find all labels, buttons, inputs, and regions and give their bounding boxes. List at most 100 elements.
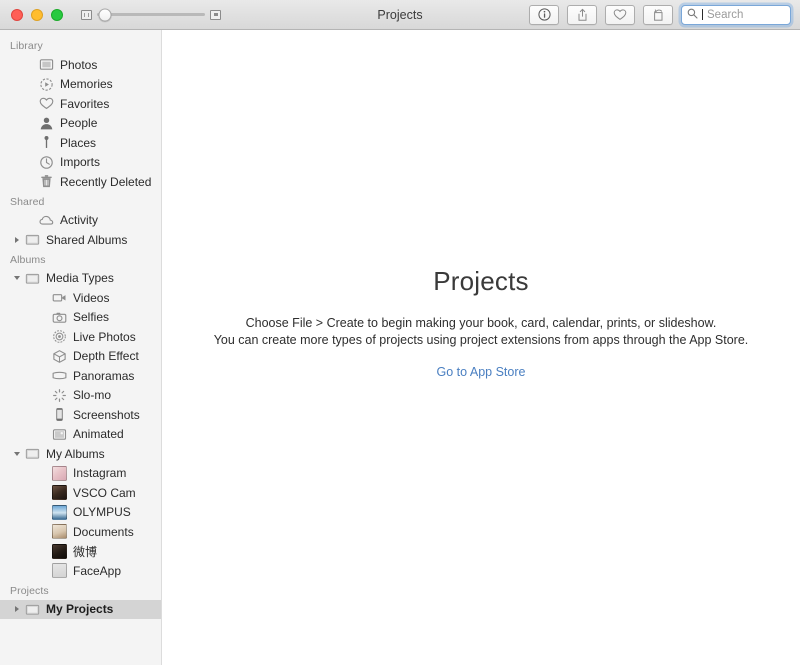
sidebar-item-icon	[23, 602, 41, 617]
sidebar-item-panoramas[interactable]: Panoramas	[0, 366, 161, 386]
sidebar-item-icon	[23, 446, 41, 461]
panorama-icon	[52, 368, 67, 383]
chevron-down-icon[interactable]	[10, 276, 23, 280]
sidebar-item-depth-effect[interactable]: Depth Effect	[0, 347, 161, 367]
sidebar-item-label: My Albums	[41, 447, 105, 461]
search-icon	[687, 6, 698, 24]
sidebar-item-label: Shared Albums	[41, 233, 127, 247]
chevron-right-icon[interactable]	[10, 606, 23, 612]
favorite-button[interactable]	[605, 5, 635, 25]
chevron-right-icon[interactable]	[10, 237, 23, 243]
animated-icon	[52, 427, 67, 442]
sidebar-item-activity[interactable]: Activity	[0, 211, 161, 231]
search-input[interactable]: Search	[707, 9, 743, 21]
clock-icon	[39, 155, 54, 170]
sidebar-item-label: Recently Deleted	[55, 175, 151, 189]
sidebar-item-label: VSCO Cam	[68, 486, 136, 500]
empty-state-line-2: You can create more types of projects us…	[182, 332, 780, 349]
zoom-slider-knob[interactable]	[99, 8, 112, 21]
sidebar-item-shared-albums[interactable]: Shared Albums	[0, 230, 161, 250]
sidebar-item-icon	[37, 116, 55, 131]
sidebar-item-label: Selfies	[68, 310, 109, 324]
info-button[interactable]	[529, 5, 559, 25]
sidebar-item-recently-deleted[interactable]: Recently Deleted	[0, 172, 161, 192]
sidebar-item-videos[interactable]: Videos	[0, 288, 161, 308]
folder-icon	[25, 271, 40, 286]
sidebar: LibraryPhotosMemoriesFavoritesPeoplePlac…	[0, 30, 162, 665]
sidebar-item-icon	[37, 213, 55, 228]
close-button[interactable]	[11, 9, 23, 21]
live-photo-icon	[52, 329, 67, 344]
sidebar-item-label: Panoramas	[68, 369, 134, 383]
sidebar-section-title: Albums	[0, 250, 161, 269]
sidebar-item-icon	[50, 485, 68, 500]
sidebar-item-icon	[23, 271, 41, 286]
sidebar-item-label: Memories	[55, 77, 113, 91]
sidebar-item-label: Places	[55, 136, 96, 150]
search-field[interactable]: Search	[681, 5, 791, 25]
sidebar-item-slo-mo[interactable]: Slo-mo	[0, 386, 161, 406]
sidebar-item-label: 微博	[68, 543, 97, 560]
share-button[interactable]	[567, 5, 597, 25]
album-thumb-vsco	[52, 485, 67, 500]
sidebar-item-instagram[interactable]: Instagram	[0, 464, 161, 484]
sidebar-item-photos[interactable]: Photos	[0, 55, 161, 75]
empty-state: Projects Choose File > Create to begin m…	[162, 266, 800, 381]
sidebar-item-memories[interactable]: Memories	[0, 75, 161, 95]
zoom-button[interactable]	[51, 9, 63, 21]
info-icon	[538, 8, 551, 21]
sidebar-item-icon	[50, 505, 68, 520]
sidebar-item-people[interactable]: People	[0, 114, 161, 134]
sidebar-item-my-albums[interactable]: My Albums	[0, 444, 161, 464]
sidebar-item-vsco-cam[interactable]: VSCO Cam	[0, 483, 161, 503]
toolbar-right-group: Search	[529, 5, 791, 25]
pin-icon	[39, 135, 54, 150]
sidebar-item-olympus[interactable]: OLYMPUS	[0, 503, 161, 523]
sidebar-item-screenshots[interactable]: Screenshots	[0, 405, 161, 425]
heart-icon	[39, 96, 54, 111]
sidebar-item-imports[interactable]: Imports	[0, 153, 161, 173]
zoom-slider-track[interactable]	[97, 13, 205, 16]
sidebar-item-label: Videos	[68, 291, 109, 305]
sidebar-item-label: Screenshots	[68, 408, 140, 422]
thumbnail-small-icon	[81, 10, 92, 20]
chevron-down-icon[interactable]	[10, 452, 23, 456]
minimize-button[interactable]	[31, 9, 43, 21]
rotate-button[interactable]	[643, 5, 673, 25]
sidebar-item-places[interactable]: Places	[0, 133, 161, 153]
sidebar-item-icon	[37, 77, 55, 92]
sidebar-item-[interactable]: 微博	[0, 542, 161, 562]
main-content: Projects Choose File > Create to begin m…	[162, 30, 800, 665]
sidebar-item-label: Documents	[68, 525, 134, 539]
rotate-icon	[652, 8, 665, 22]
sidebar-item-label: Live Photos	[68, 330, 136, 344]
sidebar-item-live-photos[interactable]: Live Photos	[0, 327, 161, 347]
sidebar-item-icon	[50, 544, 68, 559]
sidebar-item-label: Activity	[55, 213, 98, 227]
sidebar-item-label: FaceApp	[68, 564, 121, 578]
sidebar-item-icon	[37, 155, 55, 170]
sidebar-item-selfies[interactable]: Selfies	[0, 308, 161, 328]
go-to-app-store-link[interactable]: Go to App Store	[437, 365, 526, 379]
sidebar-item-favorites[interactable]: Favorites	[0, 94, 161, 114]
heart-icon	[613, 8, 627, 21]
sidebar-item-icon	[37, 135, 55, 150]
sidebar-section-title: Projects	[0, 581, 161, 600]
sidebar-item-label: Animated	[68, 427, 124, 441]
camera-icon	[52, 310, 67, 325]
sidebar-item-media-types[interactable]: Media Types	[0, 269, 161, 289]
sidebar-item-my-projects[interactable]: My Projects	[0, 600, 161, 620]
sidebar-item-documents[interactable]: Documents	[0, 522, 161, 542]
sidebar-item-label: Instagram	[68, 466, 126, 480]
sidebar-item-label: Favorites	[55, 97, 109, 111]
sidebar-item-icon	[50, 329, 68, 344]
cube-icon	[52, 349, 67, 364]
sidebar-item-icon	[50, 427, 68, 442]
thumbnail-zoom-slider[interactable]	[81, 10, 221, 20]
folder-icon	[25, 232, 40, 247]
sidebar-item-label: My Projects	[41, 602, 113, 616]
sidebar-item-label: Slo-mo	[68, 388, 111, 402]
sidebar-item-faceapp[interactable]: FaceApp	[0, 561, 161, 581]
sidebar-item-animated[interactable]: Animated	[0, 425, 161, 445]
folder-icon	[25, 446, 40, 461]
